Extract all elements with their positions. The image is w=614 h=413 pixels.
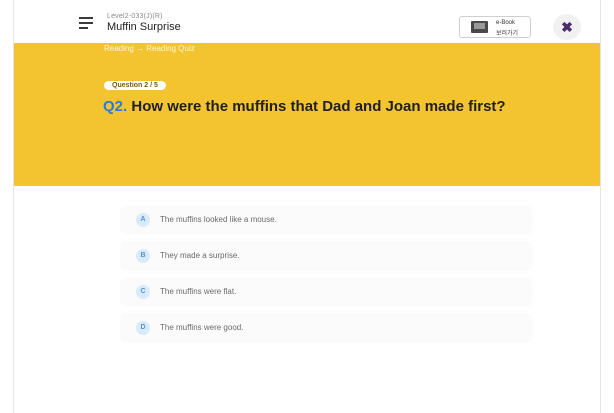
question-progress-badge: Question 2 / 5 — [104, 81, 166, 90]
ebook-button[interactable]: e-Book 보러가기 — [459, 16, 531, 38]
question-number: Q2. — [103, 98, 128, 115]
ebook-sublabel: 보러가기 — [496, 31, 519, 37]
option-text: The muffins were good. — [160, 323, 244, 332]
option-letter-badge: A — [136, 213, 150, 227]
option-text: The muffins were flat. — [160, 287, 237, 296]
question-text: How were the muffins that Dad and Joan m… — [131, 98, 506, 115]
menu-line — [79, 27, 88, 29]
answer-options: A The muffins looked like a mouse. B The… — [122, 207, 531, 351]
question-banner: Reading → Reading Quiz Question 2 / 5 Q2… — [14, 43, 600, 186]
top-bar: Level2-033(J)(R) Muffin Surprise e-Book … — [14, 0, 600, 43]
book-title: Muffin Surprise — [107, 21, 181, 33]
option-letter-badge: D — [136, 321, 150, 335]
answer-option-a[interactable]: A The muffins looked like a mouse. — [122, 207, 531, 233]
breadcrumb: Reading → Reading Quiz — [104, 44, 195, 53]
option-letter-badge: C — [136, 285, 150, 299]
hamburger-menu-icon[interactable] — [79, 17, 93, 29]
app-frame: Level2-033(J)(R) Muffin Surprise e-Book … — [13, 0, 601, 413]
answer-option-c[interactable]: C The muffins were flat. — [122, 279, 531, 305]
question-title: Q2. How were the muffins that Dad and Jo… — [103, 98, 583, 115]
option-letter-badge: B — [136, 249, 150, 263]
close-button[interactable]: ✖ — [553, 14, 581, 40]
answer-option-d[interactable]: D The muffins were good. — [122, 315, 531, 341]
menu-line — [79, 17, 93, 19]
ebook-label: e-Book — [496, 20, 516, 26]
option-text: They made a surprise. — [160, 251, 240, 260]
monitor-icon — [471, 21, 488, 33]
answer-option-b[interactable]: B They made a surprise. — [122, 243, 531, 269]
option-text: The muffins looked like a mouse. — [160, 215, 277, 224]
level-code: Level2-033(J)(R) — [107, 13, 163, 20]
menu-line — [79, 22, 93, 24]
close-icon: ✖ — [561, 19, 573, 35]
